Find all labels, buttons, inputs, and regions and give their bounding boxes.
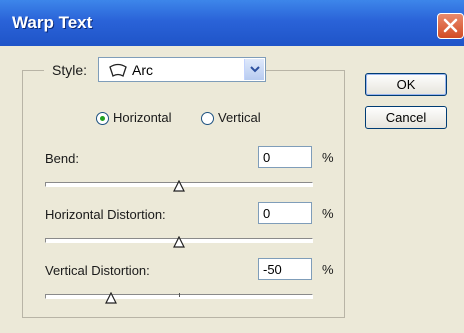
radio-selected-dot [100, 116, 105, 121]
bend-slider-thumb[interactable] [173, 180, 185, 192]
dropdown-arrow[interactable] [244, 59, 264, 80]
ok-button[interactable]: OK [365, 73, 447, 96]
window-title: Warp Text [12, 13, 93, 32]
vertical-distortion-input[interactable]: -50 [258, 258, 312, 280]
vertical-radio[interactable] [201, 112, 214, 125]
style-value: Arc [132, 62, 153, 78]
bend-label: Bend: [45, 151, 79, 166]
horizontal-label: Horizontal [113, 110, 172, 125]
style-label: Style: [52, 62, 88, 78]
close-button[interactable] [437, 13, 464, 39]
cancel-button[interactable]: Cancel [365, 106, 447, 129]
horizontal-distortion-label: Horizontal Distortion: [45, 207, 166, 222]
horizontal-distortion-input[interactable]: 0 [258, 202, 312, 224]
vertical-label: Vertical [218, 110, 261, 125]
style-dropdown[interactable]: Arc [98, 57, 266, 82]
vertical-distortion-slider-thumb[interactable] [105, 292, 117, 304]
chevron-down-icon [250, 66, 260, 73]
horizontal-distortion-slider-thumb[interactable] [173, 236, 185, 248]
warp-text-dialog: Warp Text Style: Arc Horizontal Vertical… [0, 0, 464, 333]
slider-center-tick [179, 293, 180, 297]
vertical-distortion-unit: % [322, 262, 334, 277]
horizontal-distortion-unit: % [322, 206, 334, 221]
bend-unit: % [322, 150, 334, 165]
vertical-distortion-label: Vertical Distortion: [45, 263, 150, 278]
title-bar[interactable]: Warp Text [0, 0, 464, 46]
horizontal-radio[interactable] [96, 112, 109, 125]
settings-group [22, 70, 345, 318]
bend-input[interactable]: 0 [258, 146, 312, 168]
arc-icon [109, 63, 127, 77]
close-icon [443, 18, 458, 33]
